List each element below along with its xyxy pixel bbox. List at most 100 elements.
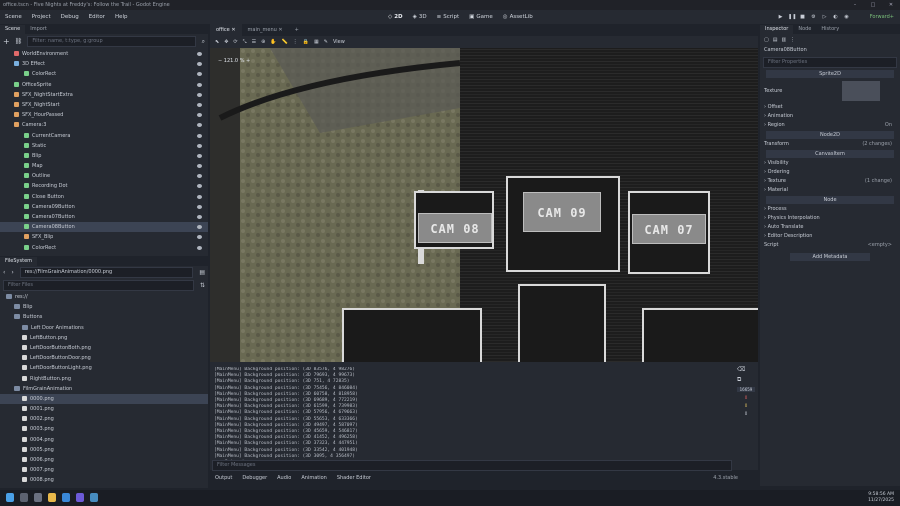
scene-filter-input[interactable]: Filter: name, t:type, g:group [27,36,196,47]
scene-node[interactable]: Camera07Button [0,212,208,222]
remote-debug-icon[interactable]: ⚙ [810,14,817,21]
visibility-eye-icon[interactable] [197,72,202,77]
visibility-eye-icon[interactable] [197,225,202,230]
folder-item[interactable]: Left Door Animations [0,323,208,333]
file-item[interactable]: LeftButton.png [0,333,208,343]
zoom-in-icon[interactable]: + [246,58,250,64]
filesystem-path-field[interactable]: res://FilmGrainAnimation/0000.png [19,267,194,278]
folder-item[interactable]: Blip [0,302,208,312]
add-scene-tab-icon[interactable]: + [289,24,305,36]
pause-icon[interactable]: ❚❚ [788,14,796,21]
scene-node[interactable]: CurrentCamera [0,131,208,141]
scene-node[interactable]: Static [0,141,208,151]
filesystem-filter-input[interactable]: Filter Files [3,280,194,291]
tab-office[interactable]: office ✕ [210,24,242,36]
visibility-eye-icon[interactable] [197,62,202,67]
tab-debugger[interactable]: Debugger [237,475,272,481]
cam-08-button[interactable]: CAM 08 [418,213,492,243]
visibility-eye-icon[interactable] [197,194,202,199]
forward-icon[interactable]: › [11,269,13,276]
visibility-eye-icon[interactable] [197,133,202,138]
file-item[interactable]: 0003.png [0,424,208,434]
movie-icon[interactable]: ◉ [843,14,850,21]
scene-node[interactable]: SFX_HourPassed [0,110,208,120]
tab-output[interactable]: Output [210,475,237,481]
start-icon[interactable] [6,493,14,502]
tab-animation[interactable]: Animation [296,475,332,481]
scene-node[interactable]: Camera09Button [0,202,208,212]
visibility-eye-icon[interactable] [197,204,202,209]
search-icon[interactable]: ⌕ [202,38,205,46]
message-count-badge[interactable]: 16659 [737,387,755,392]
inspector-section[interactable]: › Offset [760,103,900,112]
tab-main-menu[interactable]: main_menu ✕ [242,24,289,36]
inspector-section[interactable]: › Auto Translate [760,223,900,232]
file-item[interactable]: LeftDoorButtonDoor.png [0,353,208,363]
load-resource-icon[interactable]: ▤ [773,37,778,43]
inspector-section[interactable]: › Ordering [760,168,900,177]
inspector-section[interactable]: › Process [760,205,900,214]
skeleton-icon[interactable]: ✎ [324,39,328,45]
canvas-viewport[interactable]: CAM 08 CAM 09 CAM 07 − 121.0 % + [210,48,758,362]
folder-item[interactable]: FilmGrainAnimation [0,384,208,394]
minimize-icon[interactable]: – [846,0,864,10]
scene-node[interactable]: Outline [0,171,208,181]
move-tool-icon[interactable]: ✥ [224,39,228,45]
search-taskbar-icon[interactable] [20,493,28,502]
file-item[interactable]: 0002.png [0,414,208,424]
visibility-eye-icon[interactable] [197,82,202,87]
renderer-selector[interactable]: Forward+ [870,10,894,24]
discord-icon[interactable] [76,493,84,502]
folder-item[interactable]: res:// [0,292,208,302]
file-item[interactable]: 0005.png [0,445,208,455]
play-scene-icon[interactable]: ▷ [821,14,828,21]
scene-node[interactable]: SFX_NightStart [0,100,208,110]
pan-tool-icon[interactable]: ✋ [270,39,276,45]
add-metadata-button[interactable]: Add Metadata [790,253,870,261]
output-filter-input[interactable]: Filter Messages [212,460,732,471]
menu-editor[interactable]: Editor [84,10,110,24]
menu-project[interactable]: Project [27,10,56,24]
close-icon[interactable]: ✕ [882,0,900,10]
view-menu[interactable]: View [333,39,345,45]
tab-filesystem[interactable]: FileSystem [0,257,38,266]
visibility-eye-icon[interactable] [197,143,202,148]
tab-history[interactable]: History [816,25,844,34]
play-custom-icon[interactable]: ◐ [832,14,839,21]
copy-output-icon[interactable]: ⧉ [737,376,755,384]
rotate-tool-icon[interactable]: ⟳ [233,39,237,45]
workspace-script-button[interactable]: ≡ Script [432,14,465,20]
workspace-3d-button[interactable]: ◈ 3D [408,14,432,20]
visibility-eye-icon[interactable] [197,52,202,56]
stop-icon[interactable]: ■ [799,14,806,21]
visibility-eye-icon[interactable] [197,102,202,107]
close-tab-icon[interactable]: ✕ [231,27,235,33]
scene-node[interactable]: SFX_NightStartExtra [0,90,208,100]
lock-icon[interactable]: 🔒 [303,39,309,45]
resource-menu-icon[interactable]: ⋮ [790,37,795,43]
visibility-eye-icon[interactable] [197,153,202,158]
scene-node[interactable]: ColorRect [0,69,208,79]
browser-icon[interactable] [62,493,70,502]
file-item[interactable]: 0001.png [0,404,208,414]
close-tab-icon[interactable]: ✕ [278,27,282,33]
scene-node[interactable]: Camera08Button [0,222,208,233]
class-header-sprite2d[interactable]: Sprite2D [766,70,894,78]
scene-node[interactable]: 3D Effect [0,59,208,69]
transform-section[interactable]: Transform (2 changes) [760,140,900,149]
visibility-eye-icon[interactable] [197,184,202,189]
script-property[interactable]: Script <empty> [760,241,900,250]
warning-count-badge[interactable]: 0 [737,403,755,408]
class-header-node[interactable]: Node [766,196,894,204]
file-item[interactable]: 0004.png [0,435,208,445]
file-item[interactable]: 0006.png [0,455,208,465]
inspector-section[interactable]: › Material [760,186,900,195]
snap-icon[interactable]: ⋮ [293,39,298,45]
save-resource-icon[interactable]: ▥ [781,37,786,43]
visibility-eye-icon[interactable] [197,92,202,97]
task-view-icon[interactable] [34,493,42,502]
menu-help[interactable]: Help [110,10,133,24]
sort-icon[interactable]: ⇅ [200,282,205,289]
inspector-section[interactable]: › Animation [760,112,900,121]
zoom-out-icon[interactable]: − [218,58,222,64]
